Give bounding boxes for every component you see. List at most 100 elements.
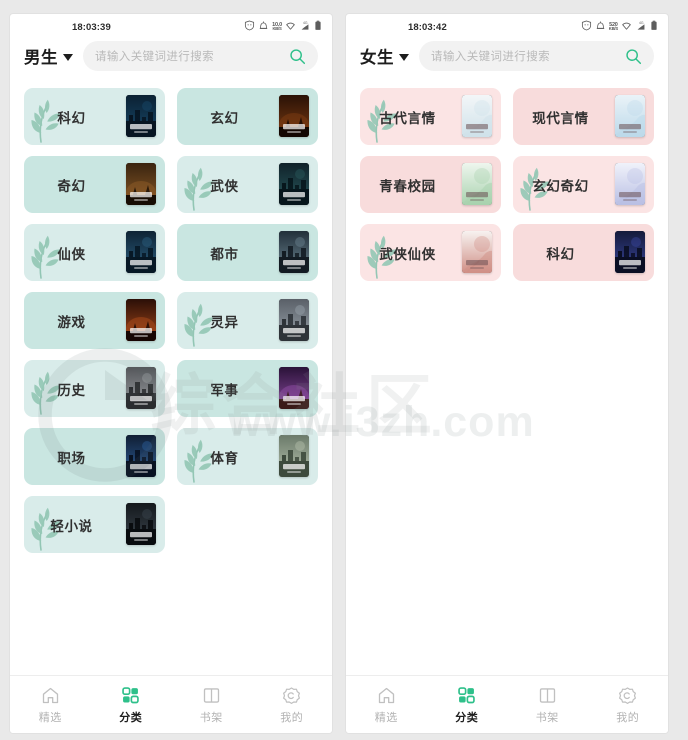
category-label: 灵异 (210, 314, 239, 330)
category-label: 职场 (57, 450, 86, 466)
status-bar-clock: 18:03:42 (408, 21, 447, 33)
book-cover-art (279, 299, 309, 341)
tab-我的[interactable]: 我的 (588, 685, 669, 725)
chevron-down-icon (399, 53, 409, 61)
alarm-icon (595, 18, 606, 36)
category-card[interactable]: 青春校园 (360, 156, 501, 213)
category-label: 科幻 (546, 246, 575, 262)
gender-selector[interactable]: 男生 (24, 44, 73, 68)
tab-我的[interactable]: 我的 (252, 685, 333, 725)
category-cover-image (279, 163, 309, 205)
category-cover-image (462, 231, 492, 273)
category-label: 玄幻奇幻 (532, 178, 589, 194)
tab-书架[interactable]: 书架 (507, 685, 588, 725)
search-bar[interactable]: 请输入关键词进行搜索 (419, 41, 654, 71)
tab-分类[interactable]: 分类 (427, 685, 508, 725)
category-cover-image (279, 95, 309, 137)
tab-label: 我的 (616, 712, 640, 724)
search-placeholder: 请输入关键词进行搜索 (95, 51, 214, 63)
book-cover-art (279, 231, 309, 273)
search-icon[interactable] (625, 48, 642, 65)
book-cover-art (462, 231, 492, 273)
category-cover-image (279, 435, 309, 477)
tab-label: 书架 (199, 712, 223, 724)
category-card[interactable]: 武侠仙侠 (360, 224, 501, 281)
category-label: 玄幻 (210, 110, 239, 126)
tab-精选[interactable]: 精选 (10, 685, 91, 725)
category-label: 古代言情 (379, 110, 436, 126)
phone-screen-female: 18:03:42 520 KB/S 4G 女生 请输入关键词进行搜索 古代言情 … (346, 14, 668, 733)
category-card[interactable]: 武侠 (177, 156, 318, 213)
profile-icon (283, 687, 301, 704)
category-cover-image (615, 95, 645, 137)
category-cover-image (279, 231, 309, 273)
category-card[interactable]: 军事 (177, 360, 318, 417)
category-grid: 古代言情 现代言情 青春校园 玄幻奇幻 武侠仙侠 科幻 (360, 88, 654, 281)
category-card[interactable]: 科幻 (24, 88, 165, 145)
book-cover-art (615, 163, 645, 205)
category-cover-image (126, 367, 156, 409)
gender-selector[interactable]: 女生 (360, 44, 409, 68)
category-card[interactable]: 现代言情 (513, 88, 654, 145)
category-cover-image (126, 503, 156, 545)
category-cover-image (615, 163, 645, 205)
book-cover-art (126, 231, 156, 273)
book-cover-art (279, 163, 309, 205)
category-grid-container: 古代言情 现代言情 青春校园 玄幻奇幻 武侠仙侠 科幻 (346, 76, 668, 281)
category-card[interactable]: 奇幻 (24, 156, 165, 213)
category-cover-image (462, 95, 492, 137)
category-label: 青春校园 (379, 178, 436, 194)
tab-label: 精选 (38, 712, 62, 724)
cellular-signal-icon: 4G (299, 18, 311, 36)
category-label: 都市 (210, 246, 239, 262)
category-cover-image (615, 231, 645, 273)
network-speed-indicator: 520 KB/S (608, 21, 618, 31)
category-card[interactable]: 玄幻奇幻 (513, 156, 654, 213)
book-cover-art (462, 163, 492, 205)
category-card[interactable]: 轻小说 (24, 496, 165, 553)
tab-书架[interactable]: 书架 (171, 685, 252, 725)
tab-label: 分类 (455, 712, 479, 724)
wifi-icon (621, 18, 632, 36)
book-cover-art (126, 503, 156, 545)
status-bar-icons: 520 KB/S 4G (581, 18, 658, 36)
battery-icon (314, 18, 322, 36)
status-bar-clock: 18:03:39 (72, 21, 111, 33)
shield-icon (244, 18, 255, 36)
book-cover-art (462, 95, 492, 137)
book-cover-art (615, 231, 645, 273)
category-card[interactable]: 科幻 (513, 224, 654, 281)
category-grid: 科幻 玄幻 奇幻 武侠 仙侠 都市 游戏 灵异 历史 军事 职场 体育 轻小说 (24, 88, 318, 553)
search-placeholder: 请输入关键词进行搜索 (431, 51, 550, 63)
status-bar: 18:03:42 520 KB/S 4G (346, 14, 668, 36)
app-header: 女生 请输入关键词进行搜索 (346, 36, 668, 76)
search-bar[interactable]: 请输入关键词进行搜索 (83, 41, 318, 71)
chevron-down-icon (63, 53, 73, 61)
book-cover-art (279, 367, 309, 409)
book-cover-art (126, 95, 156, 137)
category-grid-container: 科幻 玄幻 奇幻 武侠 仙侠 都市 游戏 灵异 历史 军事 职场 体育 轻小说 (10, 76, 332, 553)
category-card[interactable]: 都市 (177, 224, 318, 281)
category-card[interactable]: 灵异 (177, 292, 318, 349)
bottom-tab-bar: 精选 分类 书架 我的 (346, 675, 668, 733)
search-icon[interactable] (289, 48, 306, 65)
category-cover-image (126, 95, 156, 137)
book-cover-art (126, 299, 156, 341)
category-card[interactable]: 玄幻 (177, 88, 318, 145)
app-header: 男生 请输入关键词进行搜索 (10, 36, 332, 76)
category-card[interactable]: 古代言情 (360, 88, 501, 145)
tab-精选[interactable]: 精选 (346, 685, 427, 725)
category-card[interactable]: 游戏 (24, 292, 165, 349)
category-card[interactable]: 职场 (24, 428, 165, 485)
category-card[interactable]: 体育 (177, 428, 318, 485)
shield-icon (581, 18, 592, 36)
category-card[interactable]: 仙侠 (24, 224, 165, 281)
category-label: 科幻 (57, 110, 86, 126)
tab-分类[interactable]: 分类 (91, 685, 172, 725)
status-bar: 18:03:39 10.0 KB/S 4G (10, 14, 332, 36)
category-label: 武侠仙侠 (379, 246, 436, 262)
tab-label: 分类 (119, 712, 143, 724)
book-cover-art (126, 435, 156, 477)
category-card[interactable]: 历史 (24, 360, 165, 417)
category-cover-image (126, 231, 156, 273)
